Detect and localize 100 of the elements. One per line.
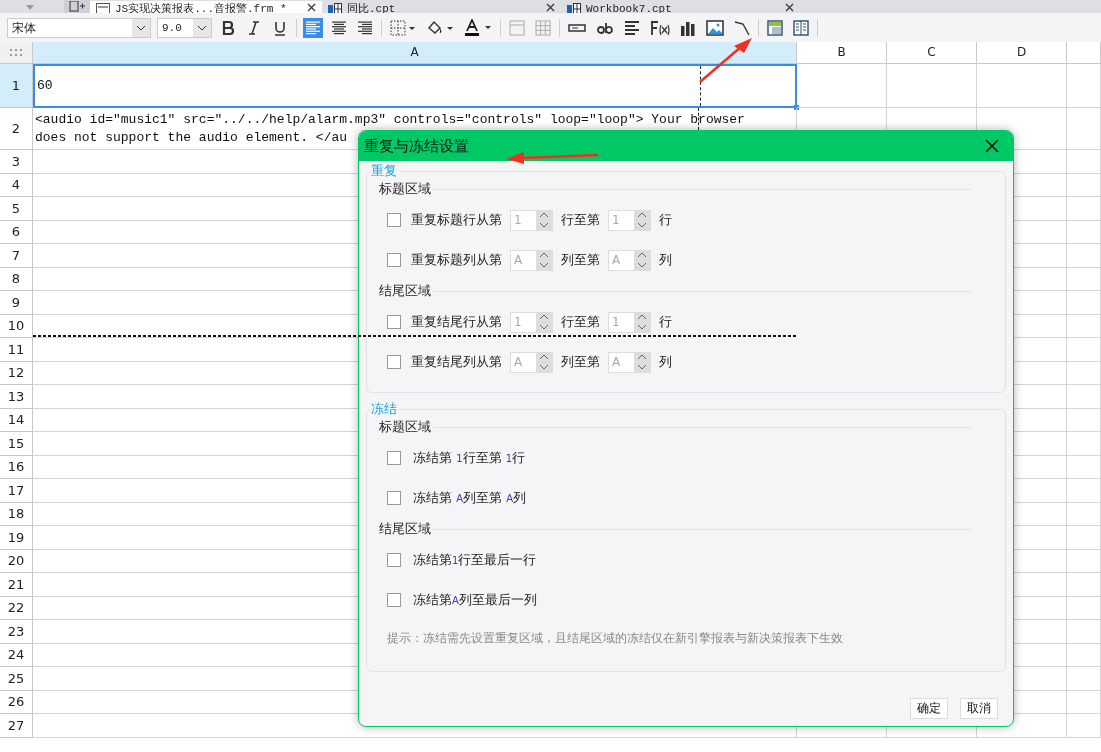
row-header[interactable]: 26 <box>0 690 33 714</box>
checkbox[interactable] <box>387 253 401 267</box>
row-header[interactable]: 10 <box>0 314 33 338</box>
row-header[interactable]: 17 <box>0 479 33 503</box>
row-header[interactable]: 27 <box>0 714 33 738</box>
bar-chart-icon[interactable] <box>680 19 696 36</box>
row-header[interactable]: 9 <box>0 291 33 315</box>
formula-icon[interactable] <box>650 19 670 36</box>
row-header[interactable]: 24 <box>0 643 33 667</box>
table-cell <box>1067 620 1101 644</box>
checkbox[interactable] <box>387 213 401 227</box>
row-header[interactable]: 12 <box>0 361 33 385</box>
close-tab-icon[interactable] <box>546 2 555 12</box>
merge-cells-icon[interactable] <box>509 19 525 36</box>
fill-color-icon[interactable] <box>426 19 454 36</box>
paragraph-icon[interactable] <box>624 19 640 36</box>
row-header[interactable]: 25 <box>0 667 33 691</box>
row-header[interactable]: 5 <box>0 197 33 221</box>
italic-icon[interactable] <box>246 19 262 36</box>
table-cell <box>1067 338 1101 362</box>
row-header[interactable]: 2 <box>0 108 33 150</box>
option-label: 重复结尾列从第 <box>411 353 502 371</box>
option-label: 冻结第1行至最后一行 <box>413 551 537 569</box>
cell-text: does not support the audio element. </au <box>34 128 348 147</box>
file-tab[interactable]: 同比.cpt <box>322 1 561 13</box>
chevron-down-icon[interactable] <box>136 24 146 31</box>
column-header[interactable]: C <box>887 42 977 64</box>
row-header[interactable]: 15 <box>0 432 33 456</box>
image-icon[interactable] <box>706 19 724 36</box>
column-header[interactable]: B <box>797 42 887 64</box>
option-label: 冻结第A列至最后一列 <box>413 591 537 609</box>
freeze-panes-icon[interactable] <box>767 19 783 36</box>
row-header[interactable]: 4 <box>0 173 33 197</box>
row-header[interactable]: 16 <box>0 455 33 479</box>
section-heading: 标题区域 <box>379 180 431 198</box>
slash-icon[interactable] <box>734 19 750 36</box>
table-cell <box>1067 667 1101 691</box>
cancel-button[interactable]: 取消 <box>960 697 998 719</box>
table-cell <box>1067 291 1101 315</box>
table-cell <box>1067 432 1101 456</box>
checkbox[interactable] <box>387 315 401 329</box>
checkbox[interactable] <box>387 553 401 567</box>
group-legend: 冻结 <box>371 401 399 417</box>
table-cell <box>1067 502 1101 526</box>
table-cell <box>1067 244 1101 268</box>
row-header[interactable]: 7 <box>0 244 33 268</box>
row-header[interactable]: 22 <box>0 596 33 620</box>
option-label: 列 <box>659 251 672 269</box>
annotation-arrow <box>699 38 752 83</box>
option-label: 重复标题列从第 <box>411 251 502 269</box>
column-header[interactable]: D <box>977 42 1067 64</box>
section-heading: 结尾区域 <box>379 282 431 300</box>
option-label: 行 <box>659 211 672 229</box>
checkbox[interactable] <box>387 355 401 369</box>
row-header[interactable]: 6 <box>0 220 33 244</box>
row-header[interactable]: 18 <box>0 502 33 526</box>
option-label: 行 <box>659 313 672 331</box>
underline-icon[interactable] <box>272 19 288 36</box>
row-header[interactable]: 23 <box>0 620 33 644</box>
section-heading: 标题区域 <box>379 418 431 436</box>
checkbox[interactable] <box>387 593 401 607</box>
option-label: 重复结尾行从第 <box>411 313 502 331</box>
table-cell <box>1067 385 1101 409</box>
row-header[interactable]: 20 <box>0 549 33 573</box>
font-dropdown[interactable]: 宋体 <box>7 17 151 38</box>
checkbox[interactable] <box>387 491 401 505</box>
fill-handle[interactable] <box>794 105 799 110</box>
close-tab-icon[interactable] <box>307 2 316 12</box>
row-header[interactable]: 19 <box>0 526 33 550</box>
row-header[interactable]: 21 <box>0 573 33 597</box>
confirm-button[interactable]: 确定 <box>910 697 948 719</box>
checkbox[interactable] <box>387 451 401 465</box>
row-header[interactable]: 11 <box>0 338 33 362</box>
row-header[interactable]: 3 <box>0 150 33 174</box>
table-cell <box>1067 314 1101 338</box>
table-cell <box>1067 714 1101 738</box>
option-label: 重复标题行从第 <box>411 211 502 229</box>
font-color-icon[interactable] <box>464 18 492 37</box>
table-cell <box>1067 173 1101 197</box>
row-header[interactable]: 13 <box>0 385 33 409</box>
columns-layout-icon[interactable] <box>793 19 809 36</box>
row-header[interactable]: 1 <box>0 64 33 108</box>
bold-icon[interactable] <box>220 19 236 36</box>
table-cell <box>1067 267 1101 291</box>
row-header[interactable]: 14 <box>0 408 33 432</box>
row-header[interactable]: 8 <box>0 267 33 291</box>
cell-text: 60 <box>36 77 53 95</box>
file-tab[interactable]: JS实现决策报表...音报警.frm * <box>90 1 322 13</box>
new-tab-icon[interactable] <box>64 0 90 13</box>
column-header[interactable]: A <box>33 42 797 64</box>
close-tab-icon[interactable] <box>785 2 794 12</box>
table-cell <box>1067 108 1101 150</box>
close-icon[interactable] <box>985 139 999 153</box>
border-icon[interactable] <box>390 19 416 36</box>
align-left-icon[interactable] <box>303 17 323 38</box>
file-tab[interactable]: Workbook7.cpt <box>561 1 800 13</box>
option-label: 行至第 <box>561 313 600 331</box>
font-size-dropdown[interactable]: 9.0 <box>157 17 212 38</box>
chevron-down-icon[interactable] <box>197 24 207 31</box>
table-cell <box>1067 690 1101 714</box>
